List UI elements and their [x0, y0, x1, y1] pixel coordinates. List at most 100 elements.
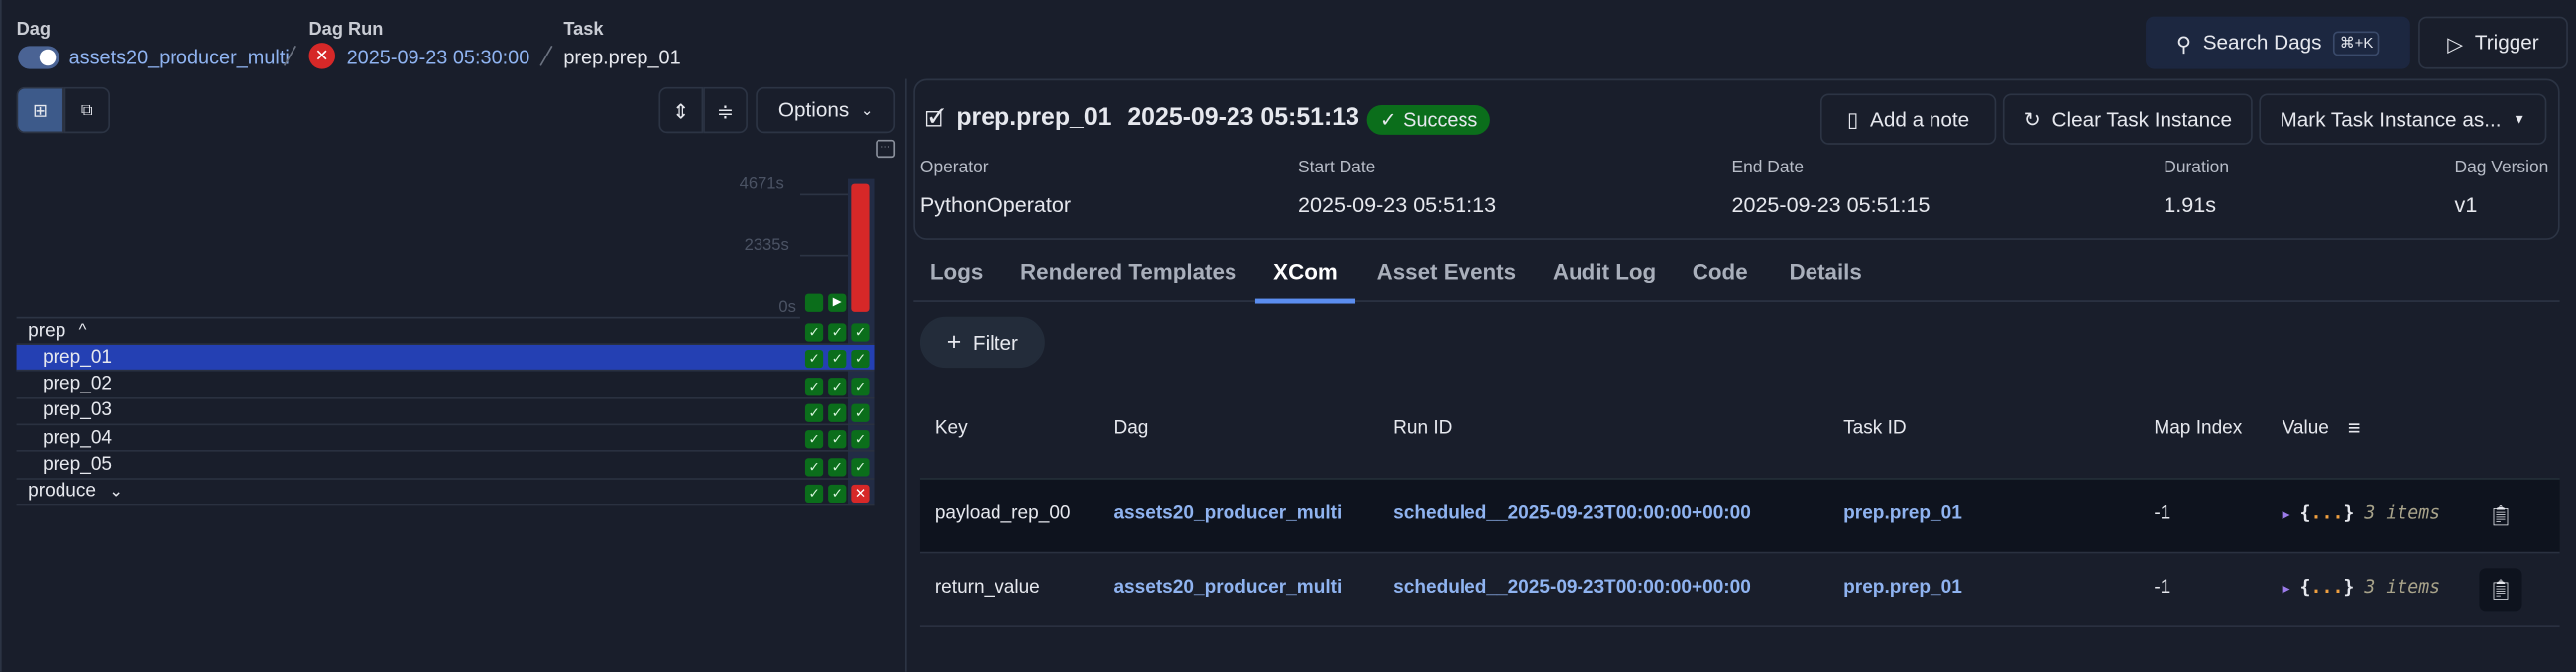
panel-divider[interactable] — [905, 78, 907, 672]
copy-clipboard-icon[interactable]: 📋︎ — [2479, 568, 2522, 612]
task-name[interactable]: prep_03 — [17, 401, 112, 421]
run-bar-success[interactable] — [804, 293, 824, 312]
options-button[interactable]: Options ⌄ — [756, 86, 896, 134]
grid-row-prep[interactable]: prep ^ — [16, 318, 875, 345]
task-instance-cell-success[interactable]: ✓ — [828, 350, 847, 369]
task-name[interactable]: produce — [17, 482, 96, 502]
grid-row-prep-01[interactable]: prep_01 — [16, 345, 875, 372]
task-instance-cell-success[interactable]: ✓ — [851, 403, 870, 422]
keyboard-icon[interactable]: ⋯ — [876, 139, 896, 159]
meta-label: Start Date — [1298, 158, 1376, 177]
task-instance-cell-success[interactable]: ✓ — [804, 377, 824, 395]
refresh-icon: ↻ — [2023, 108, 2041, 132]
task-instance-cell-success[interactable]: ✓ — [828, 377, 847, 395]
trigger-button[interactable]: ▷ Trigger — [2418, 16, 2568, 69]
task-instance-cell-success[interactable]: ✓ — [828, 484, 847, 503]
column-header-map-index: Map Index — [2154, 418, 2243, 439]
task-instance-cell-success[interactable]: ✓ — [828, 403, 847, 422]
breadcrumb-dag-link[interactable]: assets20_producer_multi — [69, 46, 290, 68]
task-instance-cell-success[interactable]: ✓ — [851, 430, 870, 449]
xcom-run-id-link[interactable]: scheduled__2025-09-23T00:00:00+00:00 — [1393, 504, 1751, 524]
grid-view-button[interactable]: ⊞ — [16, 86, 64, 134]
copy-clipboard-icon[interactable]: 📋︎ — [2479, 495, 2521, 537]
add-note-button[interactable]: ▯ Add a note — [1819, 93, 1997, 145]
collapse-all-button[interactable]: ≑ — [703, 86, 748, 134]
expand-triangle-icon[interactable]: ▶ — [2283, 582, 2290, 597]
xcom-task-id-link[interactable]: prep.prep_01 — [1843, 578, 1962, 598]
pause-toggle[interactable] — [18, 46, 59, 69]
xcom-value[interactable]: ▶ {...} 3 items — [2283, 577, 2441, 599]
plus-icon: + — [946, 328, 962, 357]
tab-logs[interactable]: Logs — [930, 260, 983, 284]
expand-all-button[interactable]: ⇕ — [658, 86, 704, 134]
mark-task-instance-dropdown[interactable]: Mark Task Instance as... ▼ — [2259, 93, 2547, 145]
meta-value: 2025-09-23 05:51:15 — [1731, 191, 1931, 217]
task-instance-cell-success[interactable]: ✓ — [828, 457, 847, 476]
xcom-task-id-link[interactable]: prep.prep_01 — [1843, 504, 1962, 524]
status-badge: ✓ Success — [1366, 105, 1491, 135]
search-label: Search Dags — [2202, 31, 2322, 55]
task-name[interactable]: prep_02 — [17, 375, 112, 394]
grid-row-produce[interactable]: produce ⌄ — [16, 480, 875, 506]
run-bar-running[interactable]: ▶ — [828, 293, 847, 312]
tab-audit-log[interactable]: Audit Log — [1553, 260, 1656, 284]
expand-icon: ⇕ — [672, 99, 690, 123]
search-icon: ⚲ — [2175, 32, 2192, 56]
tab-details[interactable]: Details — [1789, 260, 1861, 284]
task-name[interactable]: prep — [17, 321, 65, 341]
tab-code[interactable]: Code — [1693, 260, 1748, 284]
graph-view-button[interactable]: ⧉ — [63, 86, 111, 134]
options-label: Options — [777, 98, 850, 122]
task-instance-cell-success[interactable]: ✓ — [804, 350, 824, 369]
task-instance-cell-success[interactable]: ✓ — [851, 350, 870, 369]
column-header-run-id: Run ID — [1393, 418, 1453, 439]
xcom-key: return_value — [934, 578, 1040, 599]
xcom-map-index: -1 — [2154, 578, 2171, 599]
task-instance-cell-failed[interactable]: ✕ — [851, 484, 870, 503]
task-date: 2025-09-23 05:51:13 — [1127, 103, 1359, 132]
graph-icon: ⧉ — [80, 100, 93, 120]
search-dags-button[interactable]: ⚲ Search Dags ⌘+K — [2146, 16, 2410, 69]
task-name[interactable]: prep_05 — [17, 455, 112, 475]
meta-label: Operator — [919, 158, 989, 177]
task-instance-cell-success[interactable]: ✓ — [851, 323, 870, 342]
run-bar-failed[interactable] — [851, 183, 870, 312]
breadcrumb-dagrun-link[interactable]: 2025-09-23 05:30:00 — [347, 46, 530, 68]
xcom-map-index: -1 — [2154, 504, 2171, 524]
task-instance-cell-success[interactable]: ✓ — [804, 484, 824, 503]
grid-row-prep-02[interactable]: prep_02 — [16, 372, 875, 398]
task-instance-cell-success[interactable]: ✓ — [804, 323, 824, 342]
grid-row-prep-03[interactable]: prep_03 — [16, 398, 875, 425]
tab-asset-events[interactable]: Asset Events — [1377, 260, 1517, 284]
tab-xcom[interactable]: XCom — [1273, 260, 1338, 284]
tab-rendered-templates[interactable]: Rendered Templates — [1020, 260, 1236, 284]
note-icon: ▯ — [1846, 108, 1859, 132]
filter-button[interactable]: + Filter — [919, 316, 1045, 369]
task-instance-cell-success[interactable]: ✓ — [851, 377, 870, 395]
task-instance-cell-success[interactable]: ✓ — [804, 403, 824, 422]
meta-value: 2025-09-23 05:51:13 — [1298, 191, 1497, 217]
task-instance-cell-success[interactable]: ✓ — [828, 323, 847, 342]
task-name[interactable]: prep_04 — [17, 428, 112, 448]
value-filter-icon[interactable]: ≡ — [2348, 415, 2361, 440]
duration-tick: 2335s — [744, 236, 789, 255]
xcom-dag-link[interactable]: assets20_producer_multi — [1113, 578, 1342, 598]
task-name[interactable]: prep_01 — [17, 348, 112, 368]
xcom-dag-link[interactable]: assets20_producer_multi — [1113, 504, 1342, 524]
task-instance-cell-success[interactable]: ✓ — [851, 457, 870, 476]
chevron-down-icon[interactable]: ⌄ — [109, 483, 123, 501]
clear-task-instance-button[interactable]: ↻ Clear Task Instance — [2002, 93, 2253, 145]
trigger-label: Trigger — [2474, 31, 2539, 55]
task-instance-cell-success[interactable]: ✓ — [828, 430, 847, 449]
grid-row-prep-04[interactable]: prep_04 — [16, 425, 875, 452]
expand-triangle-icon[interactable]: ▶ — [2283, 507, 2290, 522]
task-instance-cell-success[interactable]: ✓ — [804, 430, 824, 449]
task-instance-cell-success[interactable]: ✓ — [804, 457, 824, 476]
grid-row-prep-05[interactable]: prep_05 — [16, 453, 875, 480]
duration-tick: 4671s — [739, 175, 784, 194]
xcom-value[interactable]: ▶ {...} 3 items — [2283, 503, 2441, 524]
xcom-run-id-link[interactable]: scheduled__2025-09-23T00:00:00+00:00 — [1393, 578, 1751, 598]
duration-tick: 0s — [778, 298, 796, 317]
breadcrumb-task-label: Task — [563, 19, 604, 40]
chevron-up-icon[interactable]: ^ — [79, 322, 87, 340]
